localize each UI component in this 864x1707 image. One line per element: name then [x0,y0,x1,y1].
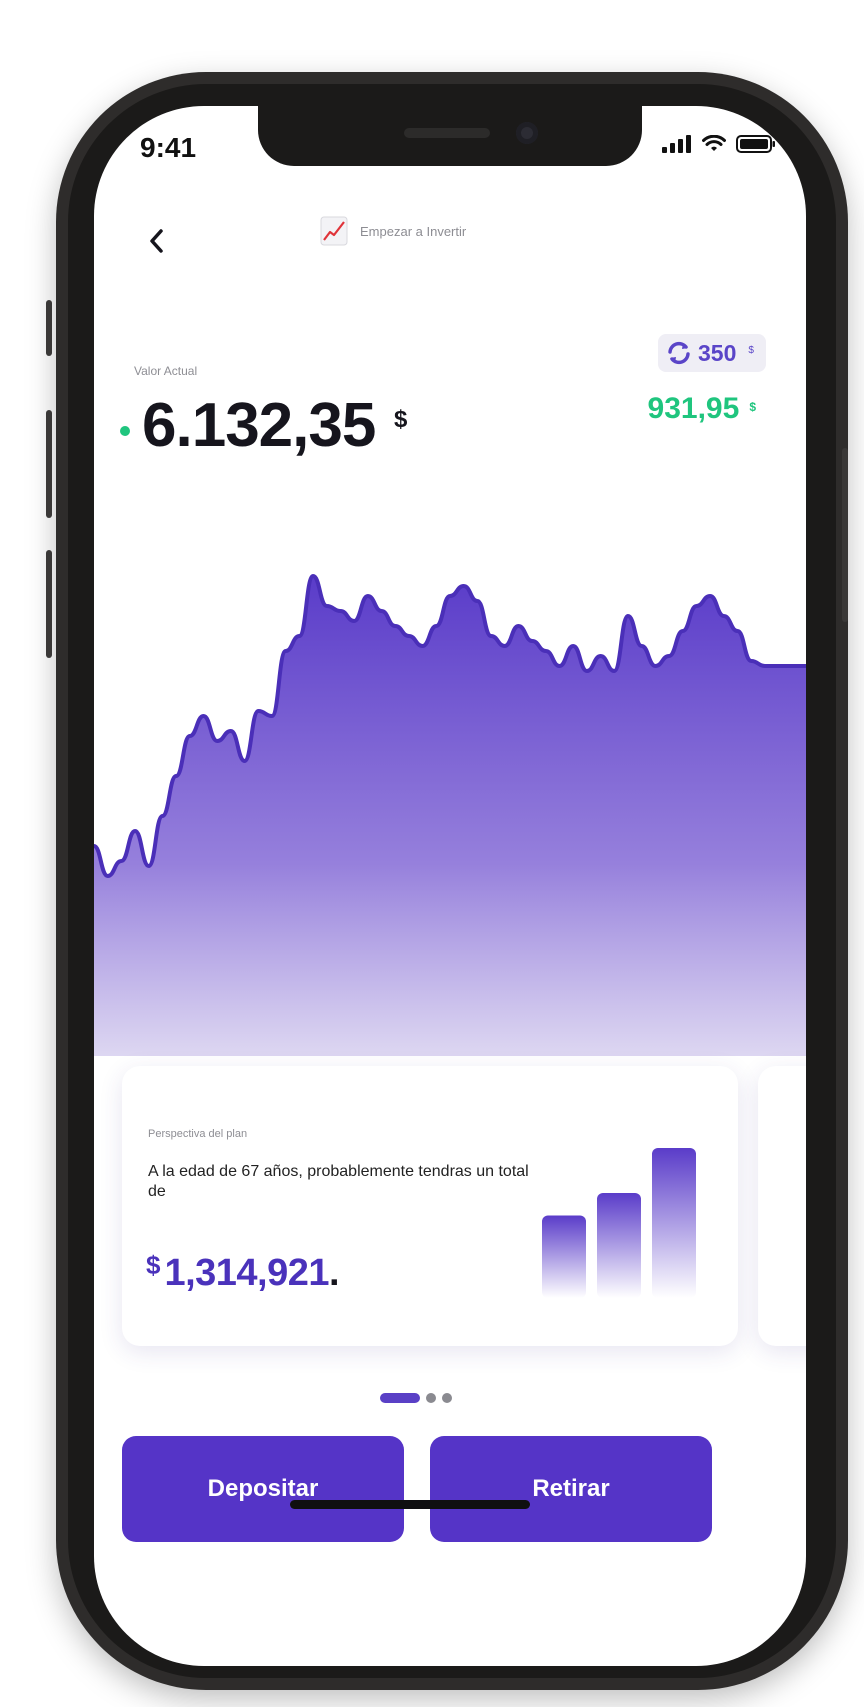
chevron-left-icon [150,229,163,253]
chart-area [94,576,806,1056]
plan-outlook-card[interactable]: Perspectiva del plan A la edad de 67 año… [122,1066,738,1346]
next-card-peek[interactable] [758,1066,806,1346]
live-indicator [120,426,130,436]
current-value-currency: $ [394,406,408,433]
recurring-deposit-badge[interactable]: 350 $ [658,334,766,372]
back-button[interactable] [142,226,172,256]
current-value-label: Valor Actual [134,364,198,378]
battery-icon [736,135,775,153]
projection-bars [542,1148,696,1298]
recurring-currency: $ [748,344,754,356]
pagination-dot[interactable] [442,1393,452,1403]
card-text: A la edad de 67 años, probablemente tend… [148,1163,529,1200]
status-icons [662,134,776,154]
mute-switch [46,300,52,356]
projection-bar [542,1215,586,1298]
gain-currency: $ [749,400,756,414]
withdraw-button[interactable]: Retirar [430,1436,712,1542]
projected-value: 1,314,921 [164,1252,330,1294]
power-button [842,448,848,622]
screen-title: Empezar a Invertir [360,223,467,239]
speaker-grille [404,128,490,138]
projection-bar [597,1193,641,1298]
volume-down-button [46,550,52,658]
front-camera [516,122,538,144]
carousel-pagination [380,1393,452,1403]
app-screen: 9:41 Empezar a Invertir Valor Actual 6.1… [94,106,806,1666]
projection-bar [652,1148,696,1298]
pagination-dot[interactable] [426,1393,436,1403]
signal-icon [662,135,691,153]
pagination-dot-active[interactable] [380,1393,420,1403]
projected-currency: $ [146,1250,161,1280]
home-indicator[interactable] [290,1500,530,1509]
projected-suffix: . [329,1252,340,1294]
card-label: Perspectiva del plan [148,1128,248,1140]
current-value: 6.132,35 [142,391,376,460]
deposit-button[interactable]: Depositar [122,1436,404,1542]
gain-value-wrap: 931,95 $ [648,392,756,426]
volume-up-button [46,410,52,518]
chart-up-icon [320,216,348,246]
projected-amount: $ 1,314,921 . [146,1250,340,1295]
refresh-icon [668,341,690,365]
performance-chart[interactable] [94,496,806,1056]
status-time: 9:41 [140,132,197,163]
screen-header: Empezar a Invertir [320,216,466,246]
wifi-icon [702,135,726,151]
gain-value: 931,95 [647,392,740,425]
recurring-amount: 350 [698,339,737,366]
